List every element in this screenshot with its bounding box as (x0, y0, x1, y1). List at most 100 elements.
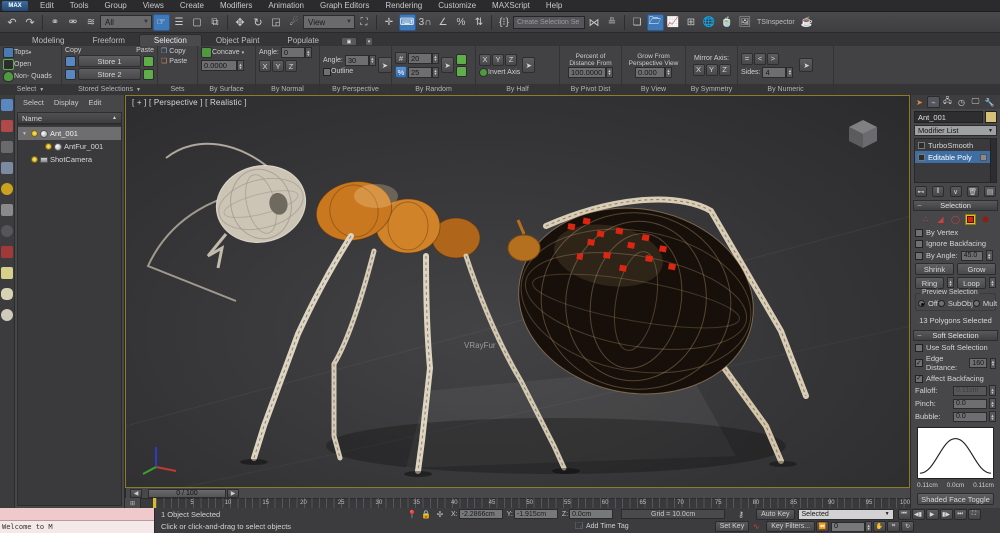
undo-icon[interactable]: ↶ (4, 14, 21, 31)
rectangular-selection-region-icon[interactable]: ▢ (189, 14, 206, 31)
random-grow-icon[interactable] (456, 53, 467, 65)
motion-tab-icon[interactable]: ◷ (955, 96, 968, 108)
wireframe-color-swatch[interactable] (985, 111, 997, 123)
keyboard-override-icon[interactable]: ⌨ (398, 13, 416, 31)
viewcube[interactable] (845, 118, 881, 150)
group-label-by-symmetry[interactable]: By Symmetry (686, 84, 737, 95)
explorer-menu-item[interactable]: Display (50, 98, 83, 107)
axis-button[interactable]: X (259, 60, 271, 72)
z-coordinate-field[interactable]: 0.0cm (569, 509, 614, 520)
expander-icon[interactable]: ▼ (22, 131, 29, 137)
numeric-op-button[interactable]: < (754, 52, 766, 65)
prev-frame-arrow[interactable]: ◀ (130, 488, 142, 498)
select-and-scale-icon[interactable]: ◲ (268, 14, 285, 31)
select-and-rotate-icon[interactable]: ↻ (250, 14, 267, 31)
group-label-stored[interactable]: Stored Selections ▼ (62, 84, 157, 95)
visibility-bulb-icon[interactable] (31, 156, 38, 163)
group-label-sets[interactable]: Sets (158, 84, 197, 95)
menu-item[interactable]: Views (135, 1, 172, 10)
explorer-menu-item[interactable]: Edit (84, 98, 105, 107)
falloff-field[interactable]: 0.11cm (953, 385, 987, 396)
add-time-tag-label[interactable]: Add Time Tag (586, 523, 629, 530)
random-count-field[interactable]: 20 (408, 52, 432, 64)
moon-icon[interactable] (1, 225, 13, 237)
invert-axis-toggle[interactable]: Invert Axis (479, 67, 520, 77)
spinner[interactable] (985, 250, 993, 261)
structure-icon[interactable] (1, 246, 13, 258)
previous-key-icon[interactable]: ◀▮ (911, 508, 925, 520)
soft-selection-rollout-header[interactable]: Soft Selection (913, 330, 998, 341)
random-percent-mode-button[interactable]: % (395, 66, 407, 78)
modify-tab-icon[interactable]: ⌁ (927, 96, 940, 108)
perspective-angle-field[interactable]: 30 (344, 54, 369, 66)
scene-explorer-toggle-icon[interactable]: 🗁 (646, 13, 664, 31)
utilities-tab-icon[interactable]: 🔧 (983, 96, 996, 108)
maxscript-mini-listener[interactable]: Welcome to M (0, 508, 155, 533)
next-frame-arrow[interactable]: ▶ (227, 488, 239, 498)
time-slider-handle[interactable]: 0 / 100 (148, 488, 226, 498)
edge-distance-checkbox[interactable]: Edge Distance:160 (915, 354, 996, 372)
swatch-square-icon[interactable] (1, 267, 13, 279)
loop-spinner[interactable] (989, 277, 996, 288)
copy-hand-icon[interactable] (65, 68, 76, 80)
axis-button[interactable]: Z (505, 53, 517, 66)
random-shrink-icon[interactable] (456, 65, 467, 77)
menu-item[interactable]: Animation (260, 1, 312, 10)
group-label-by-pivot[interactable]: By Pivot Dist (560, 84, 621, 95)
visibility-bulb-icon[interactable] (45, 143, 52, 150)
play-icon[interactable]: ▶ (925, 508, 939, 520)
select-by-name-icon[interactable]: ☰ (171, 14, 188, 31)
normal-angle-field[interactable]: 0 (280, 47, 305, 58)
spinner[interactable] (304, 47, 312, 58)
remove-modifier-icon[interactable]: 🗑 (966, 186, 979, 197)
stack-scrollbar[interactable] (990, 139, 996, 182)
numeric-op-button[interactable]: > (767, 52, 779, 65)
reference-coordinate-dropdown[interactable]: View ▼ (303, 15, 355, 29)
layout-tab-icon[interactable] (1, 99, 13, 111)
menu-item[interactable]: Modifiers (212, 1, 260, 10)
polygon-mode-icon[interactable] (965, 214, 976, 225)
paste-icon[interactable] (143, 68, 154, 80)
group-label-by-view[interactable]: By View (622, 84, 685, 95)
orbit-icon[interactable]: ↻ (901, 521, 915, 533)
audio-icon[interactable] (1, 204, 13, 216)
key-mode-dropdown[interactable]: Selected ▼ (797, 508, 894, 520)
menu-item[interactable]: Graph Editors (312, 1, 377, 10)
view-grow-field[interactable]: 0.000 (635, 66, 665, 78)
by-perspective-pick-button[interactable]: ➤ (377, 57, 392, 73)
axis-button[interactable]: Y (492, 53, 504, 66)
store2-button[interactable]: Store 2 (78, 68, 141, 80)
modifier-stack-row[interactable]: TurboSmooth (915, 139, 990, 151)
key-filters-button[interactable]: Key Filters... (766, 521, 816, 533)
redo-icon[interactable]: ↷ (22, 14, 39, 31)
modifier-enable-bulb-icon[interactable] (918, 153, 925, 161)
spinner[interactable] (368, 54, 376, 66)
selection-lock-icon[interactable]: 🔒 (420, 509, 432, 520)
sets-copy-button[interactable]: ❐ Copy (161, 47, 186, 56)
viewport-label[interactable]: [ + ] [ Perspective ] [ Realistic ] (132, 98, 247, 107)
store1-button[interactable]: Store 1 (78, 55, 141, 67)
axis-button[interactable]: Z (285, 60, 297, 72)
layout-tab-icon[interactable] (1, 141, 13, 153)
spinner[interactable] (237, 60, 244, 71)
select-object-icon[interactable]: ☞ (152, 13, 170, 31)
percent-snap-icon[interactable]: % (453, 14, 470, 31)
isolate-selection-icon[interactable]: 📍 (406, 509, 418, 520)
element-mode-icon[interactable]: ⬢ (980, 214, 991, 225)
spinner[interactable] (786, 66, 794, 78)
named-selection-input[interactable]: Create Selection Se (513, 15, 585, 29)
selection-rollout-header[interactable]: Selection (913, 200, 998, 211)
window-crossing-icon[interactable]: ⧉ (207, 14, 224, 31)
bind-to-spacewarp-icon[interactable]: ≋ (83, 14, 100, 31)
sides-field[interactable]: 4 (762, 66, 787, 78)
auto-key-button[interactable]: Auto Key (756, 508, 795, 520)
modifier-enable-bulb-icon[interactable] (918, 141, 925, 149)
set-keys-curve-icon[interactable]: ∿ (750, 521, 762, 532)
axis-button[interactable]: X (479, 53, 491, 66)
by-angle-checkbox[interactable]: By Angle: 45.0 (915, 250, 996, 261)
menu-item[interactable]: Edit (32, 1, 62, 10)
spinner[interactable] (665, 66, 672, 78)
bubble-field[interactable]: 0.0 (953, 411, 987, 422)
axis-button[interactable]: Y (705, 63, 718, 76)
time-configuration-key-icon[interactable]: ⚷ (735, 509, 747, 520)
